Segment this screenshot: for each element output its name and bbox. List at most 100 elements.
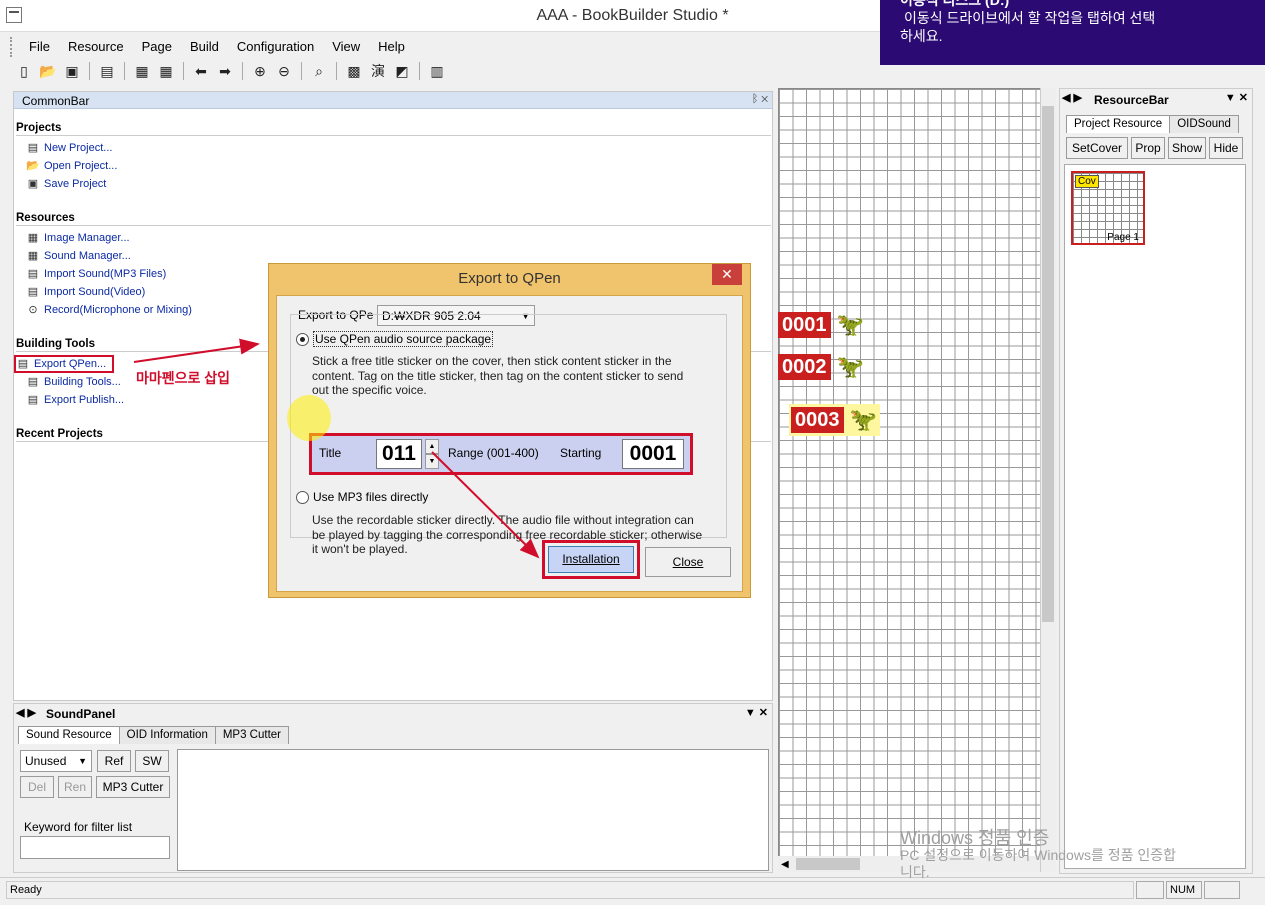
properties-icon[interactable]: ▤ — [97, 61, 117, 81]
status-num: NUM — [1166, 881, 1202, 899]
sound-manager-link[interactable]: ▦ Sound Manager... — [26, 247, 131, 265]
panel-controls-icon[interactable]: ▼ ✕ — [745, 706, 768, 719]
watermark-line-3: 니다. — [900, 864, 930, 880]
sound-list[interactable] — [177, 749, 769, 871]
sw-button[interactable]: SW — [135, 750, 169, 772]
mp3-cutter-button[interactable]: MP3 Cutter — [96, 776, 170, 798]
autoplay-notification[interactable]: 이동식 디스크 (D:) 이동식 드라이브에서 할 작업을 탭하여 선택 하세요… — [880, 0, 1265, 65]
dialog-close-button[interactable]: ✕ — [712, 264, 742, 285]
open-project-link[interactable]: 📂 Open Project... — [26, 157, 117, 175]
ref-button[interactable]: Ref — [97, 750, 131, 772]
status-bar: Ready NUM — [0, 877, 1265, 905]
option-mp3-direct[interactable]: Use MP3 files directly — [296, 490, 428, 504]
menu-page[interactable]: Page — [133, 37, 181, 57]
tab-oidsound[interactable]: OIDSound — [1169, 115, 1239, 133]
sound-manager-icon[interactable]: ▦ — [156, 61, 176, 81]
nav-arrows-icon[interactable]: ◀ ▶ — [16, 706, 36, 719]
search-icon[interactable]: ⌕ — [309, 61, 329, 81]
building-tools-link[interactable]: ▤ Building Tools... — [26, 373, 121, 391]
starting-number-input[interactable]: 0001 — [622, 439, 684, 469]
title-number-input[interactable]: 011 — [376, 439, 422, 469]
save-icon[interactable]: ▣ — [62, 61, 82, 81]
arrow-left-icon[interactable]: ⬅ — [191, 61, 211, 81]
export-publish-label: Export Publish... — [44, 394, 125, 406]
sticker-number: 0003 — [791, 407, 844, 433]
installation-button-highlight: Installation — [542, 540, 640, 579]
scroll-left-icon[interactable]: ◀ — [781, 859, 789, 870]
import-mp3-label: Import Sound(MP3 Files) — [44, 268, 167, 280]
import-video-link[interactable]: ▤ Import Sound(Video) — [26, 283, 146, 301]
radio-mp3-direct[interactable] — [296, 490, 309, 504]
nav-arrows-icon[interactable]: ◀ ▶ — [1062, 91, 1082, 104]
page-thumbnail-list[interactable]: Cov Page 1 — [1064, 164, 1246, 869]
filter-select[interactable]: Unused ▼ — [20, 750, 92, 772]
zoom-out-icon[interactable]: ⊖ — [274, 61, 294, 81]
page-canvas[interactable] — [778, 88, 1056, 872]
tab-oid-information[interactable]: OID Information — [118, 726, 216, 744]
page-thumbnail[interactable]: Cov Page 1 — [1071, 171, 1145, 245]
export-publish-link[interactable]: ▤ Export Publish... — [26, 391, 124, 409]
resource-bar-title: ResourceBar — [1094, 93, 1169, 107]
export-icon[interactable]: ◩ — [392, 61, 412, 81]
import-video-label: Import Sound(Video) — [44, 286, 146, 298]
close-icon[interactable]: ✕ — [761, 93, 768, 105]
menu-resource[interactable]: Resource — [59, 37, 133, 57]
import-mp3-link[interactable]: ▤ Import Sound(MP3 Files) — [26, 265, 166, 283]
menu-view[interactable]: View — [323, 37, 369, 57]
tab-project-resource[interactable]: Project Resource — [1066, 115, 1171, 133]
sticker-0001[interactable]: 0001 🦖 — [778, 311, 865, 339]
save-project-link[interactable]: ▣ Save Project — [26, 175, 107, 193]
dinosaur-icon: 🦖 — [836, 354, 864, 379]
chinese-char-icon[interactable]: 演 — [368, 61, 388, 81]
starting-label: Starting — [560, 446, 602, 460]
spin-down-icon[interactable]: ▼ — [425, 454, 439, 469]
publish-icon: ▤ — [27, 394, 39, 406]
del-button[interactable]: Del — [20, 776, 54, 798]
close-button[interactable]: Close — [645, 547, 731, 577]
new-file-icon[interactable]: ▯ — [14, 61, 34, 81]
image-manager-link[interactable]: ▦ Image Manager... — [26, 229, 130, 247]
installation-button[interactable]: Installation — [548, 546, 634, 573]
title-spinner[interactable]: ▲ ▼ — [425, 439, 439, 469]
tab-mp3-cutter[interactable]: MP3 Cutter — [214, 726, 290, 744]
menu-file[interactable]: File — [10, 37, 59, 57]
prop-button[interactable]: Prop — [1131, 137, 1165, 159]
sticker-0003[interactable]: 0003 🦖 — [789, 404, 880, 436]
spin-up-icon[interactable]: ▲ — [425, 439, 439, 454]
show-button[interactable]: Show — [1168, 137, 1206, 159]
option-qpen-package[interactable]: Use QPen audio source package — [296, 331, 494, 347]
new-project-link[interactable]: ▤ New Project... — [26, 139, 113, 157]
hide-button[interactable]: Hide — [1209, 137, 1243, 159]
menu-configuration[interactable]: Configuration — [228, 37, 323, 57]
qpen-desc-line-3: out the specific voice. — [312, 383, 427, 397]
ren-button[interactable]: Ren — [58, 776, 92, 798]
vertical-scroll-thumb[interactable] — [1042, 106, 1054, 622]
watermark-line-1: Windows 정품 인증 — [900, 828, 1050, 848]
panel-controls-icon[interactable]: ▼ ✕ — [1225, 91, 1248, 104]
setcover-button[interactable]: SetCover — [1066, 137, 1128, 159]
sound-manager-label: Sound Manager... — [44, 250, 131, 262]
status-ready: Ready — [10, 884, 42, 896]
new-project-label: New Project... — [44, 142, 113, 154]
status-cap — [1136, 881, 1164, 899]
sticker-0002[interactable]: 0002 🦖 — [778, 353, 865, 381]
arrow-right-icon[interactable]: ➡ — [215, 61, 235, 81]
open-folder-icon[interactable]: 📂 — [38, 61, 58, 81]
menu-help[interactable]: Help — [369, 37, 414, 57]
clipboard-icon[interactable]: ▥ — [427, 61, 447, 81]
oid-icon[interactable]: ▩ — [344, 61, 364, 81]
keyword-input[interactable] — [20, 836, 170, 859]
record-link[interactable]: ⊙ Record(Microphone or Mixing) — [26, 301, 192, 319]
image-manager-icon[interactable]: ▦ — [132, 61, 152, 81]
image-icon: ▦ — [27, 232, 39, 244]
pin-icon[interactable]: ᛒ — [752, 93, 759, 105]
menu-build[interactable]: Build — [181, 37, 228, 57]
zoom-in-icon[interactable]: ⊕ — [250, 61, 270, 81]
export-qpen-link[interactable]: ▤ Export QPen... — [14, 355, 115, 373]
radio-qpen-package[interactable] — [296, 332, 309, 346]
tools-icon: ▤ — [27, 376, 39, 388]
save-project-label: Save Project — [44, 178, 107, 190]
horizontal-scroll-thumb[interactable] — [796, 858, 860, 870]
common-bar-header: CommonBar ᛒ ✕ — [14, 92, 772, 109]
tab-sound-resource[interactable]: Sound Resource — [18, 726, 120, 744]
